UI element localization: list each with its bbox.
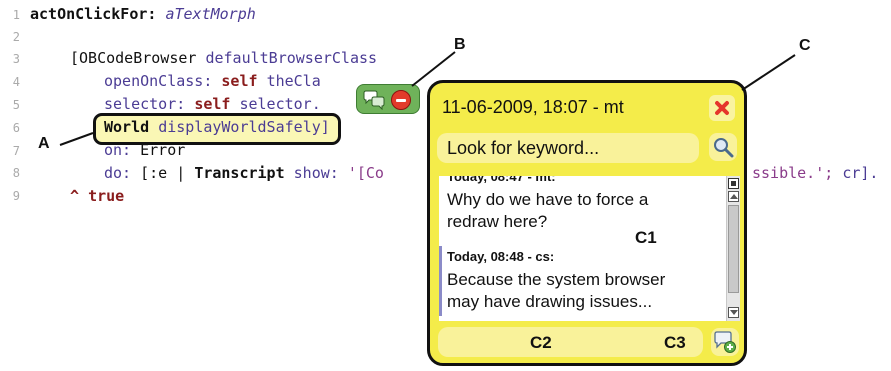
code-token: theCla xyxy=(266,72,321,90)
code-line-8[interactable]: do: [:e | Transcript show: '[Co xyxy=(104,163,384,184)
line-number-gutter: 1 2 3 4 5 6 7 8 9 xyxy=(0,0,24,215)
code-line-7[interactable]: on: Error xyxy=(104,140,185,161)
string-literal: '[Co xyxy=(347,164,384,182)
annotation-a: A xyxy=(38,135,50,152)
code-token: openOnClass: xyxy=(104,72,213,90)
annotation-b: B xyxy=(454,36,466,53)
code-token: self xyxy=(221,72,258,90)
annotation-c2: C2 xyxy=(530,333,552,352)
code-token: selector. xyxy=(239,95,321,113)
code-token: true xyxy=(88,187,125,205)
close-icon[interactable] xyxy=(709,95,735,121)
line-number: 1 xyxy=(12,8,20,22)
scrollbar-thumb[interactable] xyxy=(728,205,739,293)
code-token: Error xyxy=(140,141,186,159)
code-token: cr]. xyxy=(842,164,879,182)
thread-scrollbar[interactable] xyxy=(726,176,740,321)
line-number: 6 xyxy=(12,121,20,135)
annotation-c: C xyxy=(799,37,811,54)
code-token: [:e | xyxy=(140,164,186,182)
comment-thread[interactable]: Today, 08:47 - mt: Why do we have to for… xyxy=(439,176,726,321)
line-number: 5 xyxy=(12,98,20,112)
line-number: 2 xyxy=(12,30,20,44)
code-token: on: xyxy=(104,141,132,159)
code-token: ly] xyxy=(302,118,330,136)
code-line-1[interactable]: actOnClickFor: aTextMorph xyxy=(30,4,256,25)
annotation-c3: C3 xyxy=(664,333,686,352)
code-line-4[interactable]: openOnClass: self theCla xyxy=(104,71,321,92)
string-literal: ssible.'; xyxy=(752,164,834,182)
leader-line-a xyxy=(59,132,94,146)
code-line-6[interactable]: World displayWorldSafely] xyxy=(104,117,330,138)
code-token: Transcript xyxy=(194,164,285,182)
stop-icon[interactable] xyxy=(391,90,411,110)
annotation-c1: C1 xyxy=(635,228,657,247)
code-token: show: xyxy=(293,164,339,182)
line-number: 9 xyxy=(12,189,20,203)
note-panel-title: 11-06-2009, 18:07 - mt xyxy=(442,97,624,117)
speech-bubbles-icon[interactable] xyxy=(363,90,385,110)
code-token: do: xyxy=(104,164,132,182)
magnifier-icon xyxy=(714,138,734,158)
code-token: displayWorldSafe xyxy=(158,118,303,136)
search-placeholder: Look for keyword... xyxy=(447,138,600,158)
leader-line-c xyxy=(741,54,796,91)
scroll-up-arrow-icon[interactable] xyxy=(728,191,739,202)
search-button[interactable] xyxy=(709,133,737,161)
reply-input-field[interactable]: C2 C3 xyxy=(438,327,703,357)
code-token: [OBCodeBrowser xyxy=(70,49,197,67)
comment-header: Today, 08:47 - mt: xyxy=(447,176,556,184)
method-argument: aTextMorph xyxy=(165,5,256,23)
comment-header: Today, 08:48 - cs: xyxy=(447,249,555,264)
code-line-9[interactable]: ^ true xyxy=(70,186,124,207)
code-line-3[interactable]: [OBCodeBrowser defaultBrowserClass xyxy=(70,48,377,69)
line-number: 4 xyxy=(12,75,20,89)
code-line-8-continued[interactable]: ssible.'; cr]. xyxy=(752,163,878,184)
code-token: selector: xyxy=(104,95,186,113)
code-token: ^ xyxy=(70,187,80,205)
line-number: 7 xyxy=(12,144,20,158)
code-token: defaultBrowserClass xyxy=(205,49,378,67)
comment-body: Because the system browser xyxy=(447,270,666,289)
method-selector: actOnClickFor: xyxy=(30,5,157,23)
code-line-5[interactable]: selector: self selector. xyxy=(104,94,321,115)
comment-divider xyxy=(439,246,442,316)
scroll-down-arrow-icon[interactable] xyxy=(728,307,739,318)
line-number: 3 xyxy=(12,52,20,66)
note-panel[interactable]: 11-06-2009, 18:07 - mt Look for keyword.… xyxy=(427,80,747,366)
line-number: 8 xyxy=(12,166,20,180)
code-token: World xyxy=(104,118,150,136)
scrollbar-menu-button[interactable] xyxy=(728,178,739,189)
comment-hover-widget[interactable] xyxy=(356,84,420,114)
comment-body: may have drawing issues... xyxy=(447,292,653,311)
keyword-search-field[interactable]: Look for keyword... xyxy=(437,133,699,163)
add-comment-button[interactable] xyxy=(711,328,739,356)
code-token: self xyxy=(194,95,231,113)
add-comment-icon xyxy=(714,331,736,353)
comment-body: Why do we have to force a xyxy=(447,190,649,209)
comment-body: redraw here? xyxy=(447,212,548,231)
